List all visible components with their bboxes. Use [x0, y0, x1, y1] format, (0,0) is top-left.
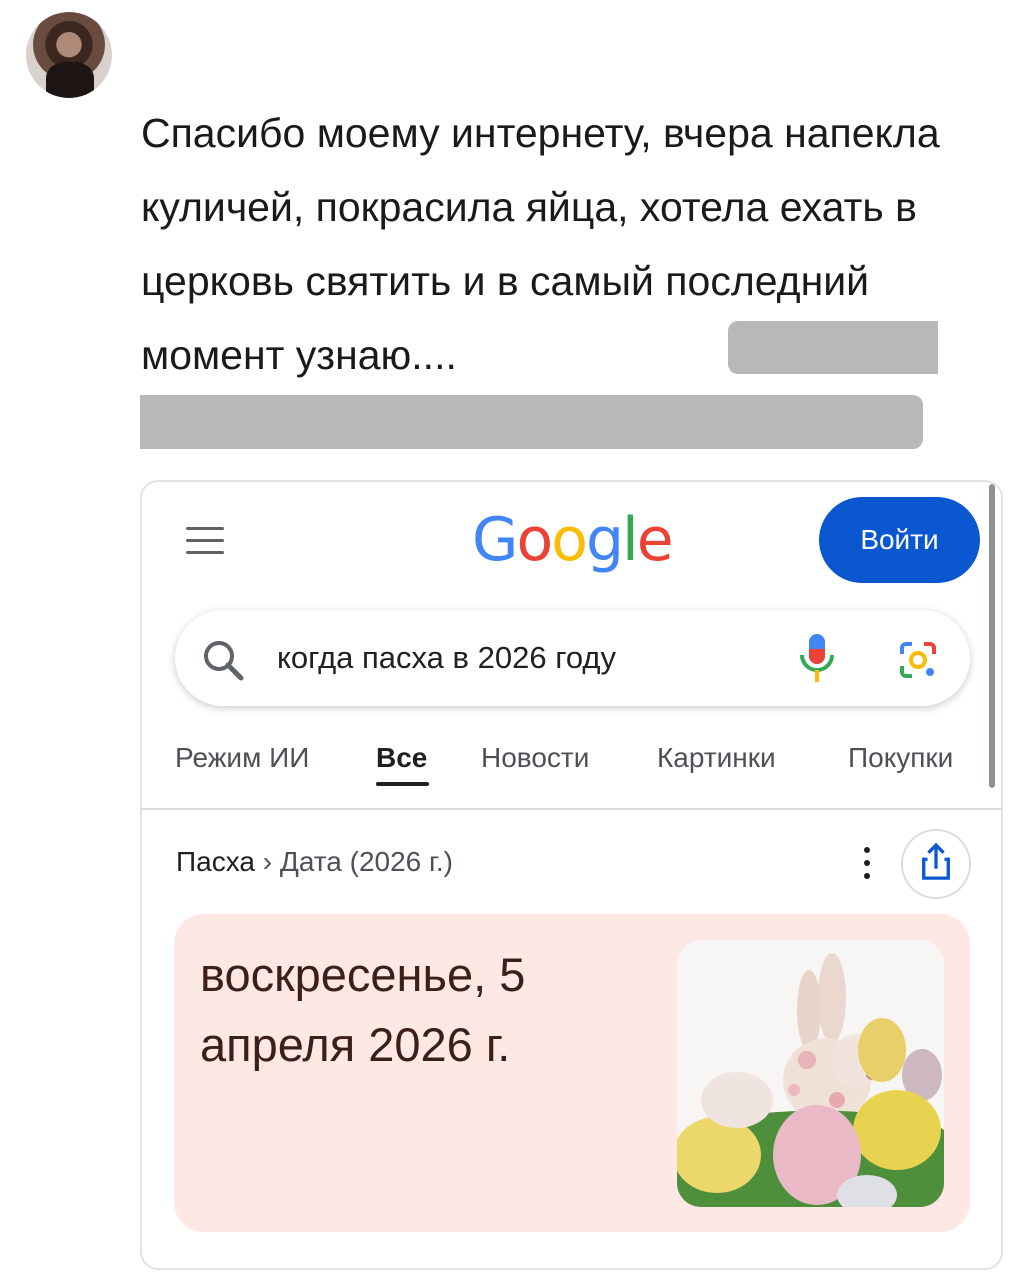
tab-ai-mode[interactable]: Режим ИИ: [175, 738, 309, 778]
breadcrumb-detail: Дата (2026 г.): [279, 846, 453, 877]
tab-images[interactable]: Картинки: [657, 738, 776, 778]
signin-button[interactable]: Войти: [819, 497, 980, 583]
avatar[interactable]: [26, 12, 112, 98]
easter-image[interactable]: [677, 940, 944, 1207]
tab-all[interactable]: Все: [376, 738, 427, 778]
tab-shopping[interactable]: Покупки: [848, 738, 953, 778]
breadcrumb-separator: ›: [262, 846, 273, 877]
google-logo: Google: [472, 505, 674, 575]
breadcrumb: Пасха › Дата (2026 г.): [176, 842, 453, 882]
redaction-bar: [728, 321, 938, 374]
search-input[interactable]: когда пасха в 2026 году: [277, 636, 616, 680]
mic-icon[interactable]: [798, 632, 836, 684]
easter-bunny-eggs-image: [677, 940, 944, 1207]
breadcrumb-topic[interactable]: Пасха: [176, 846, 255, 877]
search-tabs: Режим ИИ Все Новости Картинки Покупки: [142, 730, 1002, 810]
lens-icon[interactable]: [896, 638, 940, 682]
tab-news[interactable]: Новости: [481, 738, 589, 778]
answer-date: воскресенье, 5 апреля 2026 г.: [200, 948, 526, 1071]
share-button[interactable]: [901, 829, 971, 899]
more-vert-icon[interactable]: [862, 847, 872, 879]
active-tab-indicator: [376, 782, 429, 786]
menu-icon[interactable]: [186, 527, 224, 555]
search-icon[interactable]: [200, 637, 246, 683]
redaction-bar: [140, 395, 923, 449]
share-icon: [922, 842, 950, 880]
